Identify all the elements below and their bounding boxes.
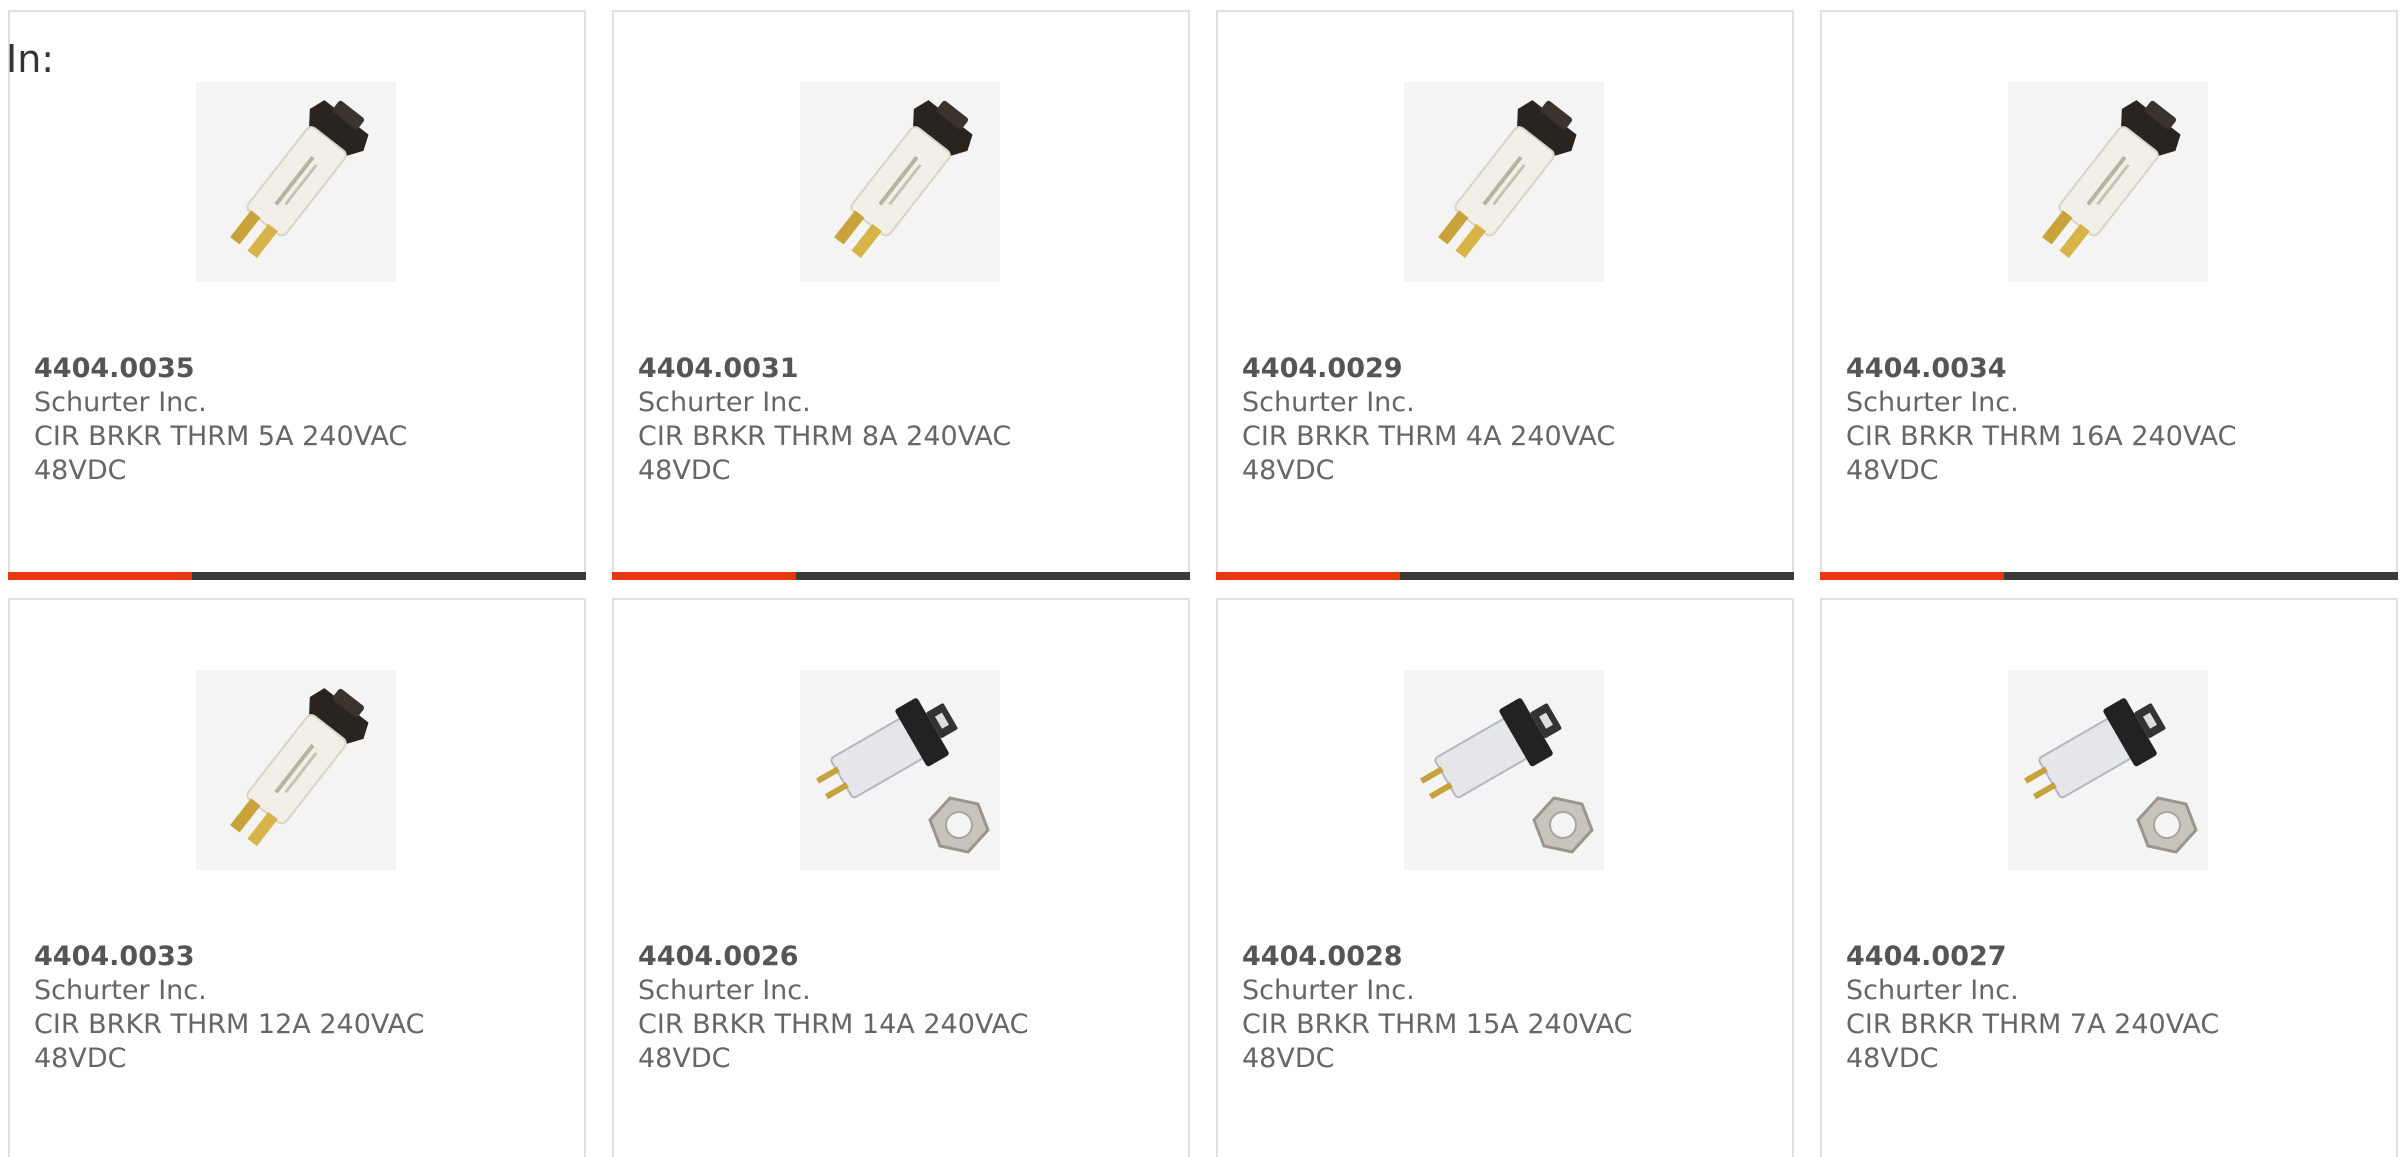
panel-breaker-icon[interactable] [1404,670,1604,870]
description-line-1: CIR BRKR THRM 8A 240VAC [638,421,1012,452]
description-line-1: CIR BRKR THRM 14A 240VAC [638,1009,1029,1040]
description-line-2: 48VDC [1242,455,1335,486]
product-card[interactable]: 4404.0027 Schurter Inc. CIR BRKR THRM 7A… [1820,598,2398,1157]
panel-breaker-icon[interactable] [800,670,1000,870]
product-grid: 4404.0035 Schurter Inc. CIR BRKR THRM 5A… [8,10,2400,580]
product-card[interactable]: 4404.0033 Schurter Inc. CIR BRKR THRM 12… [8,598,586,1157]
manufacturer: Schurter Inc. [34,387,207,418]
manufacturer: Schurter Inc. [34,975,207,1006]
manufacturer: Schurter Inc. [1846,975,2019,1006]
product-info: 4404.0033 Schurter Inc. CIR BRKR THRM 12… [34,940,574,1076]
manufacturer: Schurter Inc. [1242,975,1415,1006]
product-card[interactable]: 4404.0034 Schurter Inc. CIR BRKR THRM 16… [1820,10,2398,580]
inline-breaker-icon[interactable] [196,670,396,870]
results-page: In: 4404.0035 Schurter Inc. CIR BRKR THR… [0,0,2400,1157]
product-card[interactable]: 4404.0035 Schurter Inc. CIR BRKR THRM 5A… [8,10,586,580]
product-grid-row-2: 4404.0033 Schurter Inc. CIR BRKR THRM 12… [8,598,2400,1157]
product-info: 4404.0031 Schurter Inc. CIR BRKR THRM 8A… [638,352,1178,488]
description-line-2: 48VDC [1242,1043,1335,1074]
part-number-link[interactable]: 4404.0034 [1846,352,2386,386]
manufacturer: Schurter Inc. [1242,387,1415,418]
product-info: 4404.0026 Schurter Inc. CIR BRKR THRM 14… [638,940,1178,1076]
product-card[interactable]: 4404.0029 Schurter Inc. CIR BRKR THRM 4A… [1216,10,1794,580]
product-card[interactable]: 4404.0028 Schurter Inc. CIR BRKR THRM 15… [1216,598,1794,1157]
inline-breaker-icon[interactable] [196,82,396,282]
part-number-link[interactable]: 4404.0031 [638,352,1178,386]
card-footer-bar [1820,572,2398,580]
card-footer-bar [1216,572,1794,580]
part-number-link[interactable]: 4404.0035 [34,352,574,386]
description-line-1: CIR BRKR THRM 15A 240VAC [1242,1009,1633,1040]
description-line-2: 48VDC [638,1043,731,1074]
inline-breaker-icon[interactable] [2008,82,2208,282]
description-line-2: 48VDC [1846,455,1939,486]
card-footer-bar [612,572,1190,580]
inline-breaker-icon[interactable] [1404,82,1604,282]
product-info: 4404.0034 Schurter Inc. CIR BRKR THRM 16… [1846,352,2386,488]
part-number-link[interactable]: 4404.0028 [1242,940,1782,974]
description-line-1: CIR BRKR THRM 12A 240VAC [34,1009,425,1040]
description-line-1: CIR BRKR THRM 7A 240VAC [1846,1009,2220,1040]
product-info: 4404.0029 Schurter Inc. CIR BRKR THRM 4A… [1242,352,1782,488]
product-info: 4404.0035 Schurter Inc. CIR BRKR THRM 5A… [34,352,574,488]
description-line-2: 48VDC [1846,1043,1939,1074]
description-line-2: 48VDC [34,1043,127,1074]
card-footer-bar [8,572,586,580]
description-line-1: CIR BRKR THRM 4A 240VAC [1242,421,1616,452]
description-line-1: CIR BRKR THRM 5A 240VAC [34,421,408,452]
part-number-link[interactable]: 4404.0026 [638,940,1178,974]
description-line-2: 48VDC [34,455,127,486]
product-info: 4404.0028 Schurter Inc. CIR BRKR THRM 15… [1242,940,1782,1076]
product-info: 4404.0027 Schurter Inc. CIR BRKR THRM 7A… [1846,940,2386,1076]
description-line-1: CIR BRKR THRM 16A 240VAC [1846,421,2237,452]
part-number-link[interactable]: 4404.0029 [1242,352,1782,386]
description-line-2: 48VDC [638,455,731,486]
manufacturer: Schurter Inc. [638,387,811,418]
in-label: In: [6,37,55,81]
part-number-link[interactable]: 4404.0033 [34,940,574,974]
panel-breaker-icon[interactable] [2008,670,2208,870]
product-card[interactable]: 4404.0031 Schurter Inc. CIR BRKR THRM 8A… [612,10,1190,580]
manufacturer: Schurter Inc. [638,975,811,1006]
part-number-link[interactable]: 4404.0027 [1846,940,2386,974]
manufacturer: Schurter Inc. [1846,387,2019,418]
product-card[interactable]: 4404.0026 Schurter Inc. CIR BRKR THRM 14… [612,598,1190,1157]
inline-breaker-icon[interactable] [800,82,1000,282]
